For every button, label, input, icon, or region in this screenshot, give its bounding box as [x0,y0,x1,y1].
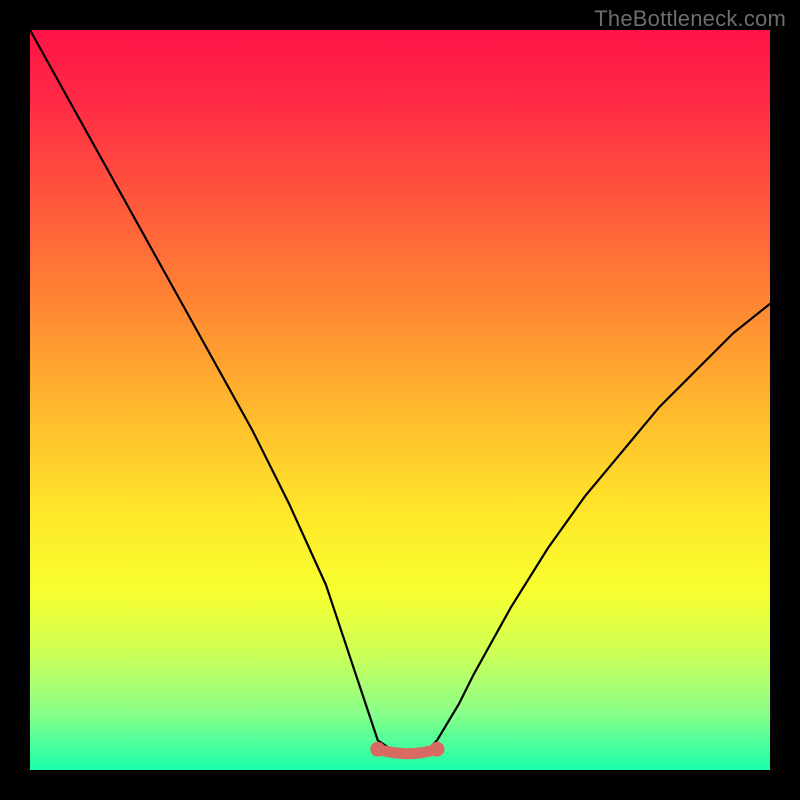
bottleneck-curve [30,30,770,770]
chart-frame: TheBottleneck.com [0,0,800,800]
optimal-range-marker [378,749,437,754]
plot-area [30,30,770,770]
watermark-label: TheBottleneck.com [594,6,786,32]
range-endpoint-left [370,742,385,757]
curve-path [30,30,770,755]
range-endpoint-right [430,742,445,757]
